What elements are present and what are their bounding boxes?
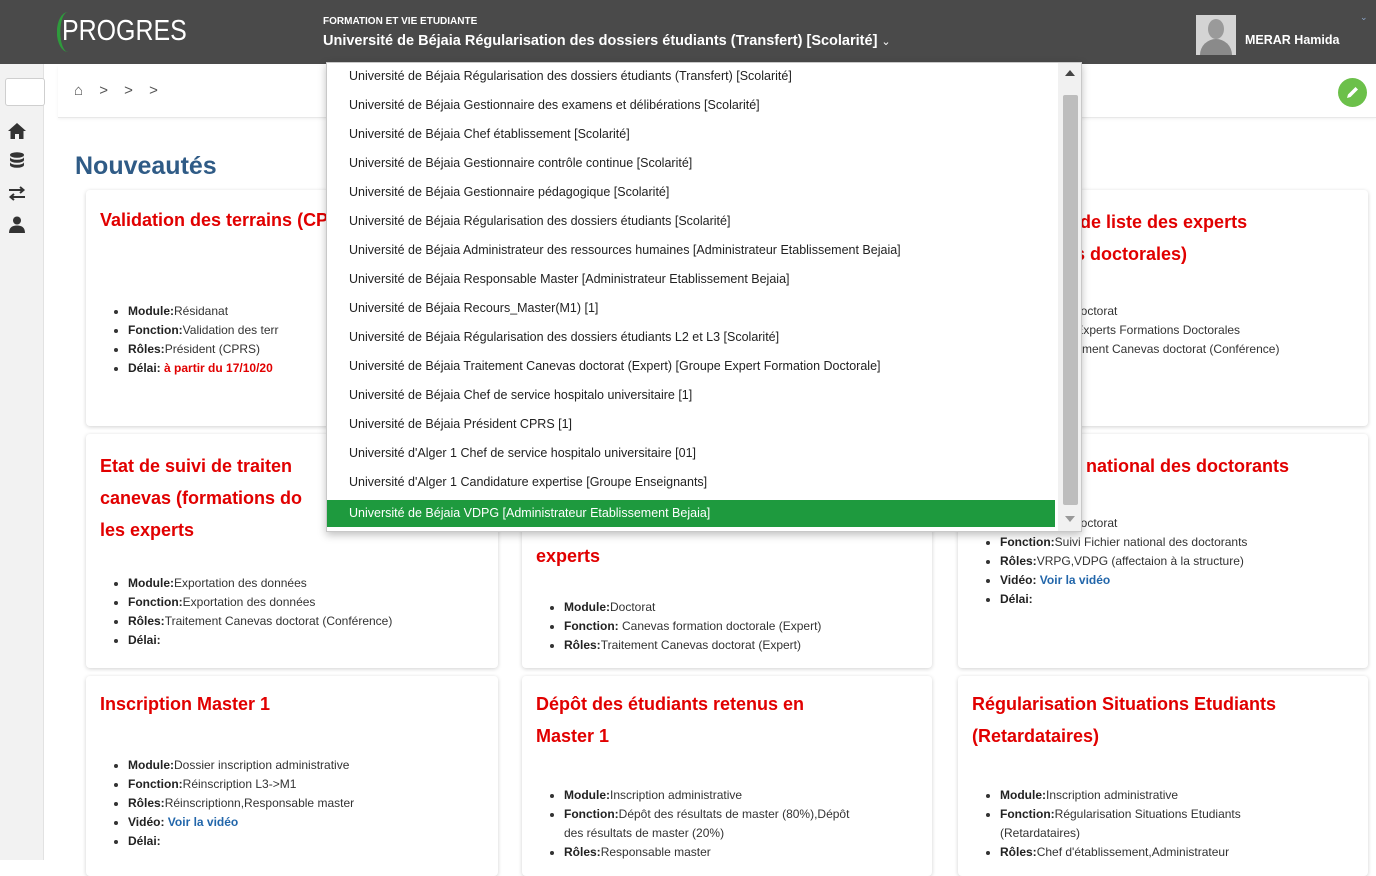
list-item: Rôles:Président (CPRS) — [128, 340, 279, 359]
list-item: Délai: à partir du 17/10/20 — [128, 359, 279, 378]
card-title-line-2[interactable]: Master 1 — [536, 720, 609, 752]
video-link[interactable]: Voir la vidéo — [1040, 573, 1110, 587]
card-details: Module:Inscription administrative Foncti… — [1000, 786, 1356, 862]
list-item: Module:Inscription administrative — [1000, 786, 1356, 805]
dropdown-option[interactable]: Université de Béjaia Chef de service hos… — [327, 382, 1055, 409]
dropdown-option[interactable]: Université de Béjaia Régularisation des … — [327, 208, 1055, 235]
card-details: Module:Résidanat Fonction:Validation des… — [128, 302, 279, 378]
list-item: Délai: — [128, 631, 392, 650]
page-title: Nouveautés — [75, 152, 217, 180]
scrollbar-thumb[interactable] — [1063, 95, 1078, 505]
card-title-line-1[interactable]: Régularisation Situations Etudiants — [972, 688, 1276, 720]
list-item: Vidéo: Voir la vidéo — [1000, 571, 1247, 590]
list-item: Fonction: Canevas formation doctorale (E… — [564, 617, 821, 636]
card-title-line-2[interactable]: (Retardataires) — [972, 720, 1099, 752]
dropdown-option[interactable]: Université de Béjaia Chef établissement … — [327, 121, 1055, 148]
sidebar — [0, 64, 45, 860]
card-title[interactable]: Inscription Master 1 — [100, 688, 270, 720]
news-card-inscription-master[interactable]: Inscription Master 1 Module:Dossier insc… — [86, 676, 498, 876]
card-title-line-1[interactable]: Dépôt des étudiants retenus en — [536, 688, 804, 720]
dropdown-option[interactable]: Université d'Alger 1 Chef de service hos… — [327, 440, 1055, 467]
user-name[interactable]: MERAR Hamida — [1245, 33, 1339, 47]
avatar[interactable] — [1196, 15, 1236, 55]
card-title-line-3[interactable]: les experts — [100, 514, 194, 546]
avatar-head — [1208, 19, 1224, 39]
card-title-line-1[interactable]: n de liste des experts — [1064, 206, 1247, 238]
card-details: Doctorat :Experts Formations Doctorales … — [1072, 302, 1279, 359]
list-item: Fonction:Réinscription L3->M1 — [128, 775, 354, 794]
card-details: Module:Doctorat Fonction: Canevas format… — [564, 598, 821, 655]
news-card-depot-etudiants[interactable]: Dépôt des étudiants retenus en Master 1 … — [522, 676, 932, 876]
list-item: Fonction:Exportation des données — [128, 593, 392, 612]
list-item: Délai: — [128, 832, 354, 851]
logo-swoosh-icon — [56, 12, 79, 52]
dropdown-option[interactable]: Université d'Alger 1 Candidature experti… — [327, 469, 1055, 496]
list-item: Module:Exportation des données — [128, 574, 392, 593]
list-item: Rôles:Responsable master — [564, 843, 920, 862]
list-item: tement Canevas doctorat (Conférence) — [1072, 342, 1280, 356]
list-item: Rôles:Traitement Canevas doctorat (Confé… — [128, 612, 392, 631]
dropdown-option[interactable]: Université de Béjaia Traitement Canevas … — [327, 353, 1055, 380]
context-subtitle: FORMATION ET VIE ETUDIANTE — [323, 16, 478, 27]
database-icon[interactable] — [6, 150, 28, 172]
card-details: Module:Exportation des données Fonction:… — [128, 574, 392, 650]
news-card-regularisation-retardataires[interactable]: Régularisation Situations Etudiants (Ret… — [958, 676, 1368, 876]
user-icon[interactable] — [6, 214, 28, 236]
card-title-line-1[interactable]: Etat de suivi de traiten — [100, 450, 292, 482]
dropdown-option[interactable]: Université de Béjaia Recours_Master(M1) … — [327, 295, 1055, 322]
list-item: Module:Doctorat — [564, 598, 821, 617]
context-title: Université de Béjaia Régularisation des … — [323, 33, 878, 49]
dropdown-scrollbar[interactable] — [1058, 63, 1081, 531]
dropdown-option[interactable]: Université de Béjaia Responsable Master … — [327, 266, 1055, 293]
list-item: Rôles:Traitement Canevas doctorat (Exper… — [564, 636, 821, 655]
top-bar: PROGRES FORMATION ET VIE ETUDIANTE Unive… — [0, 0, 1376, 64]
dropdown-option[interactable]: Université de Béjaia Régularisation des … — [327, 63, 1055, 90]
list-item: Délai: — [1000, 590, 1247, 609]
dropdown-option[interactable]: Université de Béjaia Gestionnaire des ex… — [327, 92, 1055, 119]
context-selector[interactable]: Université de Béjaia Régularisation des … — [323, 33, 891, 49]
avatar-body — [1200, 39, 1232, 55]
dropdown-option-selected[interactable]: Université de Béjaia VDPG [Administrateu… — [327, 500, 1055, 527]
dropdown-option[interactable]: Université de Béjaia Gestionnaire contrô… — [327, 150, 1055, 177]
list-item: Fonction:Régularisation Situations Etudi… — [1000, 805, 1356, 843]
dropdown-option[interactable]: Université de Béjaia Président CPRS [1] — [327, 411, 1055, 438]
card-title-line-2[interactable]: canevas (formations do — [100, 482, 302, 514]
list-item: Doctorat — [1072, 304, 1118, 318]
breadcrumb[interactable]: ⌂ > > > — [74, 82, 164, 99]
list-item: Module:Résidanat — [128, 302, 279, 321]
user-menu-chevron-icon[interactable]: ⌄ — [1360, 12, 1368, 23]
exchange-icon[interactable] — [6, 182, 28, 204]
scroll-down-arrow-icon[interactable] — [1065, 516, 1075, 522]
list-item: Fonction:Dépôt des résultats de master (… — [564, 805, 920, 843]
scroll-up-arrow-icon[interactable] — [1065, 70, 1075, 76]
list-item: Rôles:VRPG,VDPG (affectaion à la structu… — [1000, 552, 1247, 571]
progres-logo[interactable]: PROGRES — [56, 12, 187, 52]
card-details: Module:Dossier inscription administrativ… — [128, 756, 354, 851]
card-details: Module:Inscription administrative Foncti… — [564, 786, 920, 862]
dropdown-option[interactable]: Université de Béjaia Régularisation des … — [327, 324, 1055, 351]
card-title-line-2[interactable]: ns doctorales) — [1064, 238, 1187, 270]
dropdown-option[interactable]: Université de Béjaia Gestionnaire pédago… — [327, 179, 1055, 206]
pencil-icon — [1347, 87, 1358, 98]
logo-text: PROGRES — [62, 15, 187, 47]
list-item: Rôles:Réinscriptionn,Responsable master — [128, 794, 354, 813]
video-link[interactable]: Voir la vidéo — [168, 815, 238, 829]
card-title[interactable]: er national des doctorants — [1064, 450, 1289, 482]
dropdown-option[interactable]: Université de Béjaia Administrateur des … — [327, 237, 1055, 264]
list-item: Rôles:Chef d'établissement,Administrateu… — [1000, 843, 1356, 862]
list-item: :Experts Formations Doctorales — [1072, 323, 1241, 337]
list-item: Fonction:Suivi Fichier national des doct… — [1000, 533, 1247, 552]
context-dropdown-menu[interactable]: Université de Béjaia Régularisation des … — [326, 62, 1082, 532]
list-item: Fonction:Validation des terr — [128, 321, 279, 340]
chevron-down-icon: ⌄ — [881, 36, 891, 48]
list-item: Module:Inscription administrative — [564, 786, 920, 805]
home-icon[interactable] — [6, 120, 28, 142]
card-details: Fonction:Suivi Fichier national des doct… — [1000, 533, 1247, 609]
list-item: Vidéo: Voir la vidéo — [128, 813, 354, 832]
list-item: Module:Dossier inscription administrativ… — [128, 756, 354, 775]
edit-button[interactable] — [1338, 78, 1367, 107]
sidebar-search-input[interactable] — [5, 78, 45, 106]
card-title[interactable]: experts — [536, 540, 600, 572]
